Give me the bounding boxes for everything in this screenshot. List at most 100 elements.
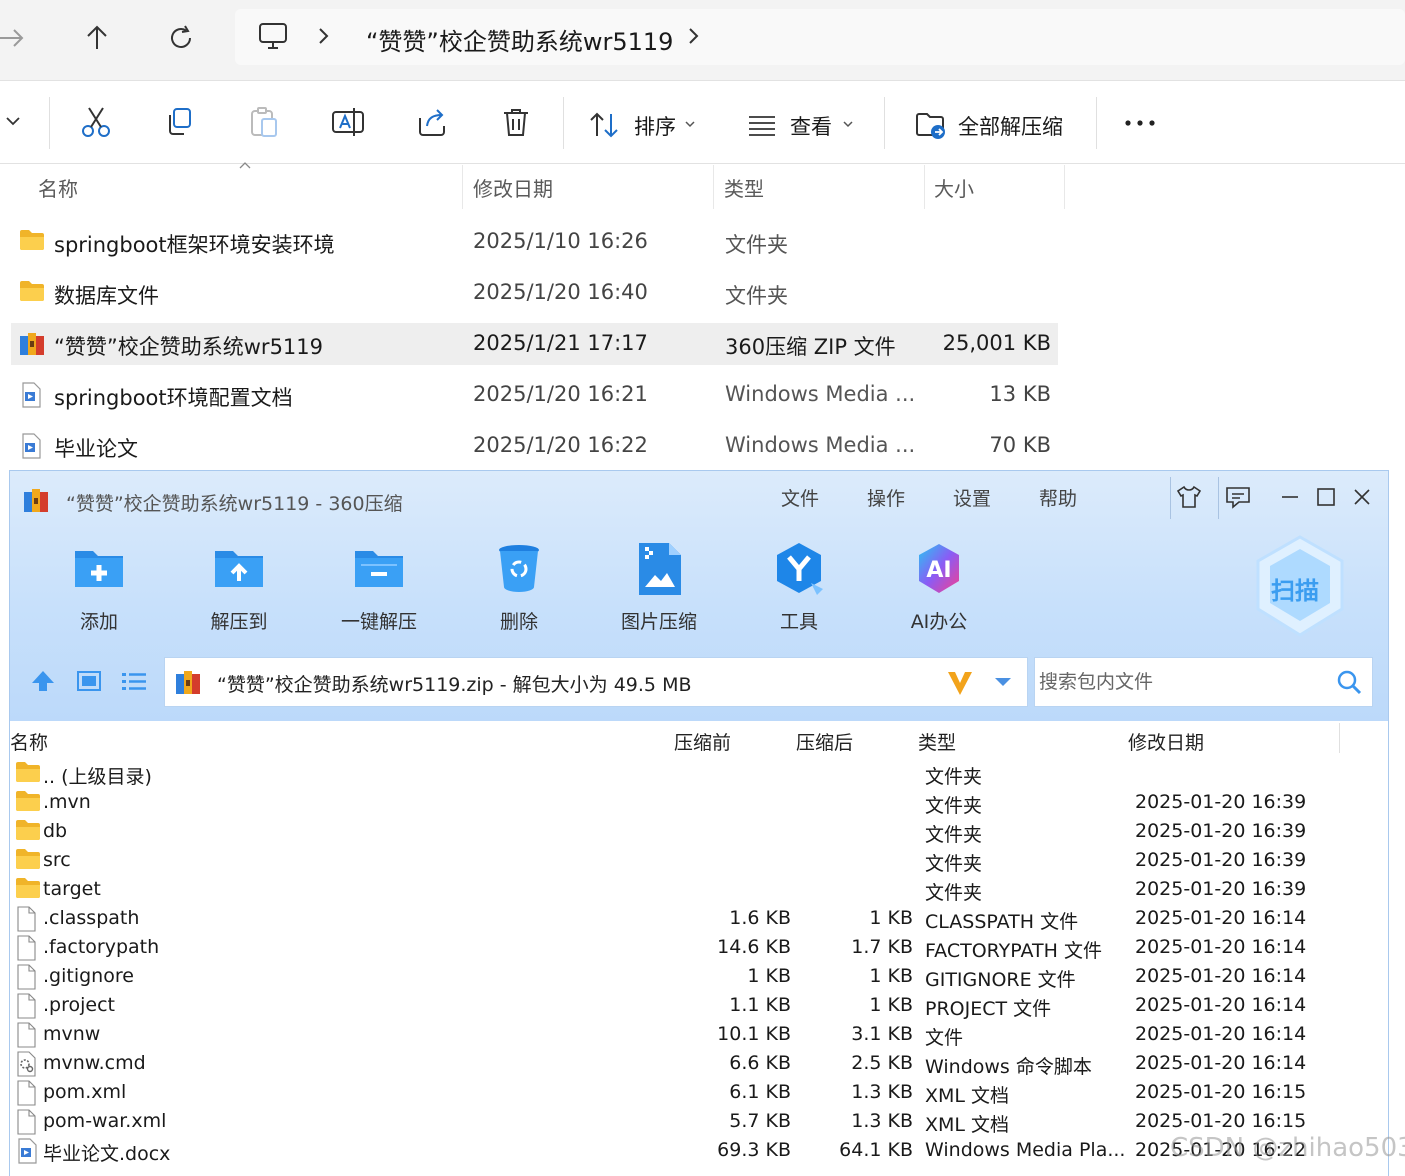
zip-row[interactable]: .project 1.1 KB 1 KB PROJECT 文件 2025-01-20 1… [10, 991, 1387, 1020]
zip-row[interactable]: mvnw 10.1 KB 3.1 KB 文件 2025-01-20 16:14 [10, 1020, 1387, 1049]
archive-path-field[interactable]: “赞赞”校企赞助系统wr5119.zip - 解包大小为 49.5 MB [164, 657, 1028, 707]
column-header-name[interactable]: 名称 [38, 173, 78, 202]
add-folder-icon [71, 541, 127, 597]
folder-icon [19, 229, 45, 253]
list-view-button[interactable] [120, 670, 148, 692]
extract-folder-icon [916, 113, 945, 139]
zip-row-before: 10.1 KB [717, 1023, 791, 1045]
chevron-down-icon[interactable] [4, 114, 22, 128]
zip-row[interactable]: .gitignore 1 KB 1 KB GITIGNORE 文件 2025-01-20… [10, 962, 1387, 991]
thumbnail-view-button[interactable] [76, 670, 102, 692]
zip-row[interactable]: pom.xml 6.1 KB 1.3 KB XML 文档 2025-01-20 16:1… [10, 1078, 1387, 1107]
search-icon[interactable] [1335, 668, 1363, 696]
zip-column-after[interactable]: 压缩后 [796, 728, 853, 755]
path-dropdown-icon[interactable] [993, 676, 1013, 688]
skin-button[interactable] [1175, 483, 1203, 511]
refresh-button[interactable] [161, 18, 201, 58]
extract-to-button[interactable]: 解压到 [194, 541, 284, 634]
cut-button[interactable] [78, 104, 114, 140]
zip-row-name: target [43, 878, 101, 900]
zip-row-name: .project [43, 994, 115, 1016]
menu-file[interactable]: 文件 [781, 484, 819, 511]
up-button[interactable] [77, 18, 117, 58]
toolbar-divider [884, 97, 885, 149]
refresh-icon [171, 25, 191, 48]
rename-button[interactable] [330, 104, 366, 140]
zip-column-type[interactable]: 类型 [918, 728, 956, 755]
menu-help[interactable]: 帮助 [1039, 484, 1077, 511]
menu-settings[interactable]: 设置 [953, 484, 991, 511]
zip-row-date: 2025-01-20 16:39 [1135, 878, 1307, 900]
shirt-icon [1176, 485, 1202, 508]
thumbnail-icon [77, 671, 101, 691]
one-click-extract-button[interactable]: 一键解压 [334, 541, 424, 634]
column-header-type[interactable]: 类型 [724, 173, 764, 202]
ai-office-button[interactable]: AI AI办公 [894, 541, 984, 634]
minimize-icon [1282, 496, 1298, 498]
divider [1170, 477, 1171, 519]
go-up-button[interactable] [30, 669, 56, 693]
zip-row-before: 1.1 KB [729, 994, 791, 1016]
svg-text:AI: AI [926, 558, 951, 583]
forward-button[interactable] [0, 18, 32, 58]
zip-row[interactable]: pom-war.xml 5.7 KB 1.3 KB XML 文档 2025-01-20 … [10, 1107, 1387, 1136]
maximize-button[interactable] [1312, 483, 1340, 511]
file-name: springboot环境配置文档 [54, 386, 293, 410]
column-divider[interactable] [462, 165, 463, 209]
paste-button[interactable] [246, 104, 282, 140]
rename-icon [332, 108, 364, 136]
extract-all-button[interactable]: 全部解压缩 [914, 105, 1074, 143]
file-icon [15, 906, 39, 932]
extract-to-label: 解压到 [210, 611, 268, 633]
file-row-selected[interactable]: “赞赞”校企赞助系统wr5119 2025/1/21 17:17 360压缩 Z… [11, 323, 1058, 365]
breadcrumb-current[interactable]: “赞赞”校企赞助系统wr5119 [366, 22, 673, 57]
add-button[interactable]: 添加 [54, 541, 144, 634]
delete-button[interactable] [498, 104, 534, 140]
zip-row[interactable]: target 文件夹 2025-01-20 16:39 [10, 875, 1387, 904]
file-row[interactable]: 数据库文件 2025/1/20 16:40 文件夹 [11, 272, 1058, 314]
file-row[interactable]: springboot框架环境安装环境 2025/1/10 16:26 文件夹 [11, 221, 1058, 263]
address-bar[interactable]: “赞赞”校企赞助系统wr5119 [235, 9, 1405, 65]
copy-button[interactable] [162, 104, 198, 140]
zip-row[interactable]: src 文件夹 2025-01-20 16:39 [10, 846, 1387, 875]
chevron-right-icon[interactable] [687, 25, 701, 47]
more-button[interactable] [1122, 111, 1158, 135]
zip-row[interactable]: db 文件夹 2025-01-20 16:39 [10, 817, 1387, 846]
vip-icon[interactable] [945, 668, 975, 698]
delete-button[interactable]: 删除 [474, 541, 564, 634]
scan-button[interactable]: 扫描 [1250, 531, 1350, 641]
this-pc-icon [255, 20, 291, 54]
search-box[interactable] [1034, 657, 1373, 707]
arrow-right-icon [0, 29, 24, 47]
search-input[interactable] [1037, 666, 1326, 698]
zip-row[interactable]: .classpath 1.6 KB 1 KB CLASSPATH 文件 2025-01-… [10, 904, 1387, 933]
copy-icon [169, 108, 191, 135]
file-row[interactable]: springboot环境配置文档 2025/1/20 16:21 Windows… [11, 374, 1058, 416]
share-button[interactable] [414, 104, 450, 140]
tools-button[interactable]: 工具 [754, 541, 844, 634]
add-label: 添加 [79, 611, 118, 633]
zip-column-name[interactable]: 名称 [10, 728, 48, 755]
feedback-button[interactable] [1224, 483, 1252, 511]
column-divider[interactable] [1064, 165, 1065, 209]
zip-row[interactable]: .mvn 文件夹 2025-01-20 16:39 [10, 788, 1387, 817]
menu-operate[interactable]: 操作 [867, 484, 905, 511]
ai-office-label: AI办公 [910, 611, 968, 633]
zip-column-before[interactable]: 压缩前 [674, 728, 731, 755]
column-header-date[interactable]: 修改日期 [473, 173, 553, 202]
sort-button[interactable]: 排序 [588, 107, 708, 143]
minimize-button[interactable] [1276, 483, 1304, 511]
column-divider[interactable] [713, 165, 714, 209]
zip-column-date[interactable]: 修改日期 [1128, 728, 1204, 755]
recycle-bin-icon [491, 541, 547, 597]
close-button[interactable] [1348, 483, 1376, 511]
toolbar-divider [563, 97, 564, 149]
file-row[interactable]: 毕业论文 2025/1/20 16:22 Windows Media ... 7… [11, 425, 1058, 467]
zip-row[interactable]: .factorypath 14.6 KB 1.7 KB FACTORYPATH 文件 2… [10, 933, 1387, 962]
column-header-size[interactable]: 大小 [934, 173, 974, 202]
zip-row[interactable]: mvnw.cmd 6.6 KB 2.5 KB Windows 命令脚本 2025-01-… [10, 1049, 1387, 1078]
zip-row[interactable]: .. (上级目录) 文件夹 [10, 759, 1387, 788]
view-button[interactable]: 查看 [746, 107, 866, 143]
column-divider[interactable] [924, 165, 925, 209]
image-compress-button[interactable]: 图片压缩 [614, 541, 704, 634]
